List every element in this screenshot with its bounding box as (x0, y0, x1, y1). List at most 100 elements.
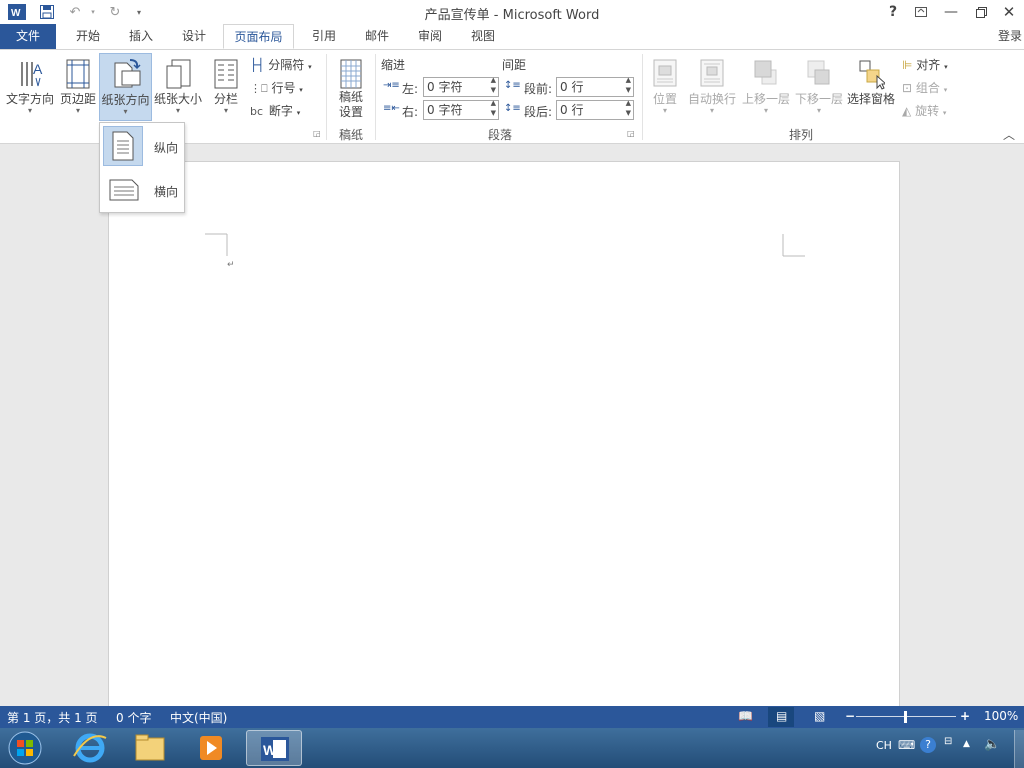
tab-page-layout[interactable]: 页面布局 (223, 24, 294, 49)
indent-right-icon: ≡⇤ (383, 103, 400, 114)
zoom-slider-thumb[interactable] (904, 711, 907, 723)
internet-explorer-icon (73, 733, 107, 763)
spacing-after-input[interactable]: 0 行 ▲ ▼ (556, 98, 634, 120)
word-count[interactable]: 0 个字 (116, 709, 151, 726)
spin-down-icon[interactable]: ▼ (491, 108, 496, 118)
position-icon (653, 59, 677, 87)
tab-design[interactable]: 设计 (172, 24, 216, 49)
spin-down-icon[interactable]: ▼ (626, 108, 631, 118)
arrange-group-label: 排列 (788, 128, 813, 142)
minimize-button[interactable]: — (940, 2, 962, 22)
size-button[interactable]: 纸张大小 ▾ (153, 56, 203, 120)
bring-forward-icon (754, 60, 777, 85)
line-numbers-button[interactable]: ⋮⎕ 行号 ▾ (250, 79, 303, 97)
spacing-before-input[interactable]: 0 行 ▲ ▼ (556, 75, 634, 97)
align-button[interactable]: ⊫ 对齐 ▾ (902, 56, 948, 73)
page-setup-launcher-icon[interactable]: ◲ (313, 129, 321, 138)
read-mode-icon[interactable]: 📖 (738, 709, 753, 723)
manuscript-settings-button[interactable]: 稿纸 设置 (332, 56, 370, 120)
orientation-button[interactable]: 纸张方向 ▾ (99, 53, 152, 121)
spin-up-icon[interactable]: ▲ (491, 98, 496, 108)
orientation-label: 纸张方向 (101, 93, 150, 107)
indent-right-value: 0 字符 (427, 103, 463, 117)
spin-up-icon[interactable]: ▲ (491, 75, 496, 85)
group-button[interactable]: ⊡ 组合 ▾ (902, 79, 947, 96)
selection-pane-button[interactable]: 选择窗格 (846, 56, 896, 120)
word-icon: W (261, 737, 289, 761)
restore-button[interactable] (970, 2, 992, 22)
chevron-down-icon: ▾ (299, 86, 303, 94)
tab-mailings[interactable]: 邮件 (355, 24, 399, 49)
tab-view[interactable]: 视图 (461, 24, 505, 49)
web-layout-icon[interactable]: ▧ (814, 709, 825, 723)
send-backward-button[interactable]: 下移一层 ▾ (793, 56, 845, 120)
document-page[interactable]: ↵ (108, 161, 900, 707)
input-language[interactable]: CH (876, 739, 892, 752)
page-margin-marks (205, 233, 805, 257)
zoom-level[interactable]: 100% (984, 709, 1018, 723)
taskbar-media-player-button[interactable] (182, 730, 238, 766)
show-desktop-button[interactable] (1014, 730, 1024, 768)
indent-left-label: 左: (402, 82, 419, 96)
spin-up-icon[interactable]: ▲ (626, 75, 631, 85)
bring-forward-label: 上移一层 (741, 92, 790, 106)
selection-pane-label: 选择窗格 (846, 92, 895, 106)
tab-home[interactable]: 开始 (66, 24, 110, 49)
print-layout-icon[interactable]: ▤ (776, 709, 787, 723)
hyphenation-button[interactable]: bc 断字 ▾ (250, 102, 300, 120)
sign-in-link[interactable]: 登录 (998, 27, 1022, 44)
text-direction-button[interactable]: A 文字方向 ▾ (4, 56, 56, 120)
portrait-icon (112, 131, 134, 161)
taskbar-word-button[interactable]: W (246, 730, 302, 766)
landscape-option[interactable]: 横向 (102, 169, 182, 211)
spin-up-icon[interactable]: ▲ (626, 98, 631, 108)
indent-left-input[interactable]: 0 字符 ▲ ▼ (423, 75, 499, 97)
taskbar-ie-button[interactable] (62, 730, 118, 766)
paragraph-launcher-icon[interactable]: ◲ (627, 129, 635, 138)
svg-text:A: A (33, 61, 43, 77)
position-button[interactable]: 位置 ▾ (647, 56, 683, 120)
manuscript-label: 稿纸 设置 (332, 90, 370, 120)
tab-review[interactable]: 审阅 (408, 24, 452, 49)
ribbon-display-options-icon[interactable] (910, 2, 932, 22)
collapse-ribbon-icon[interactable]: ︿ (1003, 126, 1015, 143)
start-button[interactable] (4, 729, 46, 767)
portrait-label: 纵向 (154, 141, 179, 155)
group-separator (326, 54, 327, 140)
keyboard-icon[interactable]: ⌨ (898, 738, 915, 752)
page-count[interactable]: 第 1 页，共 1 页 (7, 709, 98, 726)
indent-right-input[interactable]: 0 字符 ▲ ▼ (423, 98, 499, 120)
margins-icon (66, 59, 90, 89)
portrait-option[interactable]: 纵向 (102, 125, 182, 167)
breaks-button[interactable]: ├┤ 分隔符 ▾ (250, 56, 312, 74)
tab-references[interactable]: 引用 (302, 24, 346, 49)
help-button[interactable]: ? (882, 2, 904, 22)
tab-insert[interactable]: 插入 (119, 24, 163, 49)
landscape-icon (109, 179, 139, 201)
paragraph-group-label: 段落 (487, 128, 512, 142)
bring-forward-button[interactable]: 上移一层 ▾ (740, 56, 792, 120)
columns-button[interactable]: 分栏 ▾ (207, 56, 245, 120)
margins-button[interactable]: 页边距 ▾ (57, 56, 99, 120)
spin-down-icon[interactable]: ▼ (491, 85, 496, 95)
taskbar-explorer-button[interactable] (122, 730, 178, 766)
wrap-text-button[interactable]: 自动换行 ▾ (686, 56, 738, 120)
zoom-out-icon[interactable]: − (845, 709, 855, 723)
zoom-in-icon[interactable]: + (960, 709, 970, 723)
volume-icon[interactable]: 🔈 (984, 737, 1000, 752)
tab-file[interactable]: 文件 (0, 24, 56, 49)
chevron-down-icon: ▾ (308, 63, 312, 71)
help-tray-icon[interactable]: ? (920, 737, 936, 753)
close-button[interactable]: ✕ (998, 2, 1020, 22)
rotate-button[interactable]: ◭ 旋转 ▾ (902, 102, 946, 119)
show-hidden-icons-icon[interactable]: ▲ (963, 739, 970, 749)
group-separator (375, 54, 376, 140)
manuscript-icon (340, 59, 362, 89)
window-title: 产品宣传单 - Microsoft Word (424, 8, 600, 23)
spacing-before-label: 段前: (524, 82, 553, 96)
language-indicator[interactable]: 中文(中国) (170, 709, 227, 726)
spacing-after-value: 0 行 (560, 103, 584, 117)
rotate-label: 旋转 (915, 104, 940, 118)
spin-down-icon[interactable]: ▼ (626, 85, 631, 95)
notification-icon[interactable]: ⊟ (944, 736, 952, 747)
